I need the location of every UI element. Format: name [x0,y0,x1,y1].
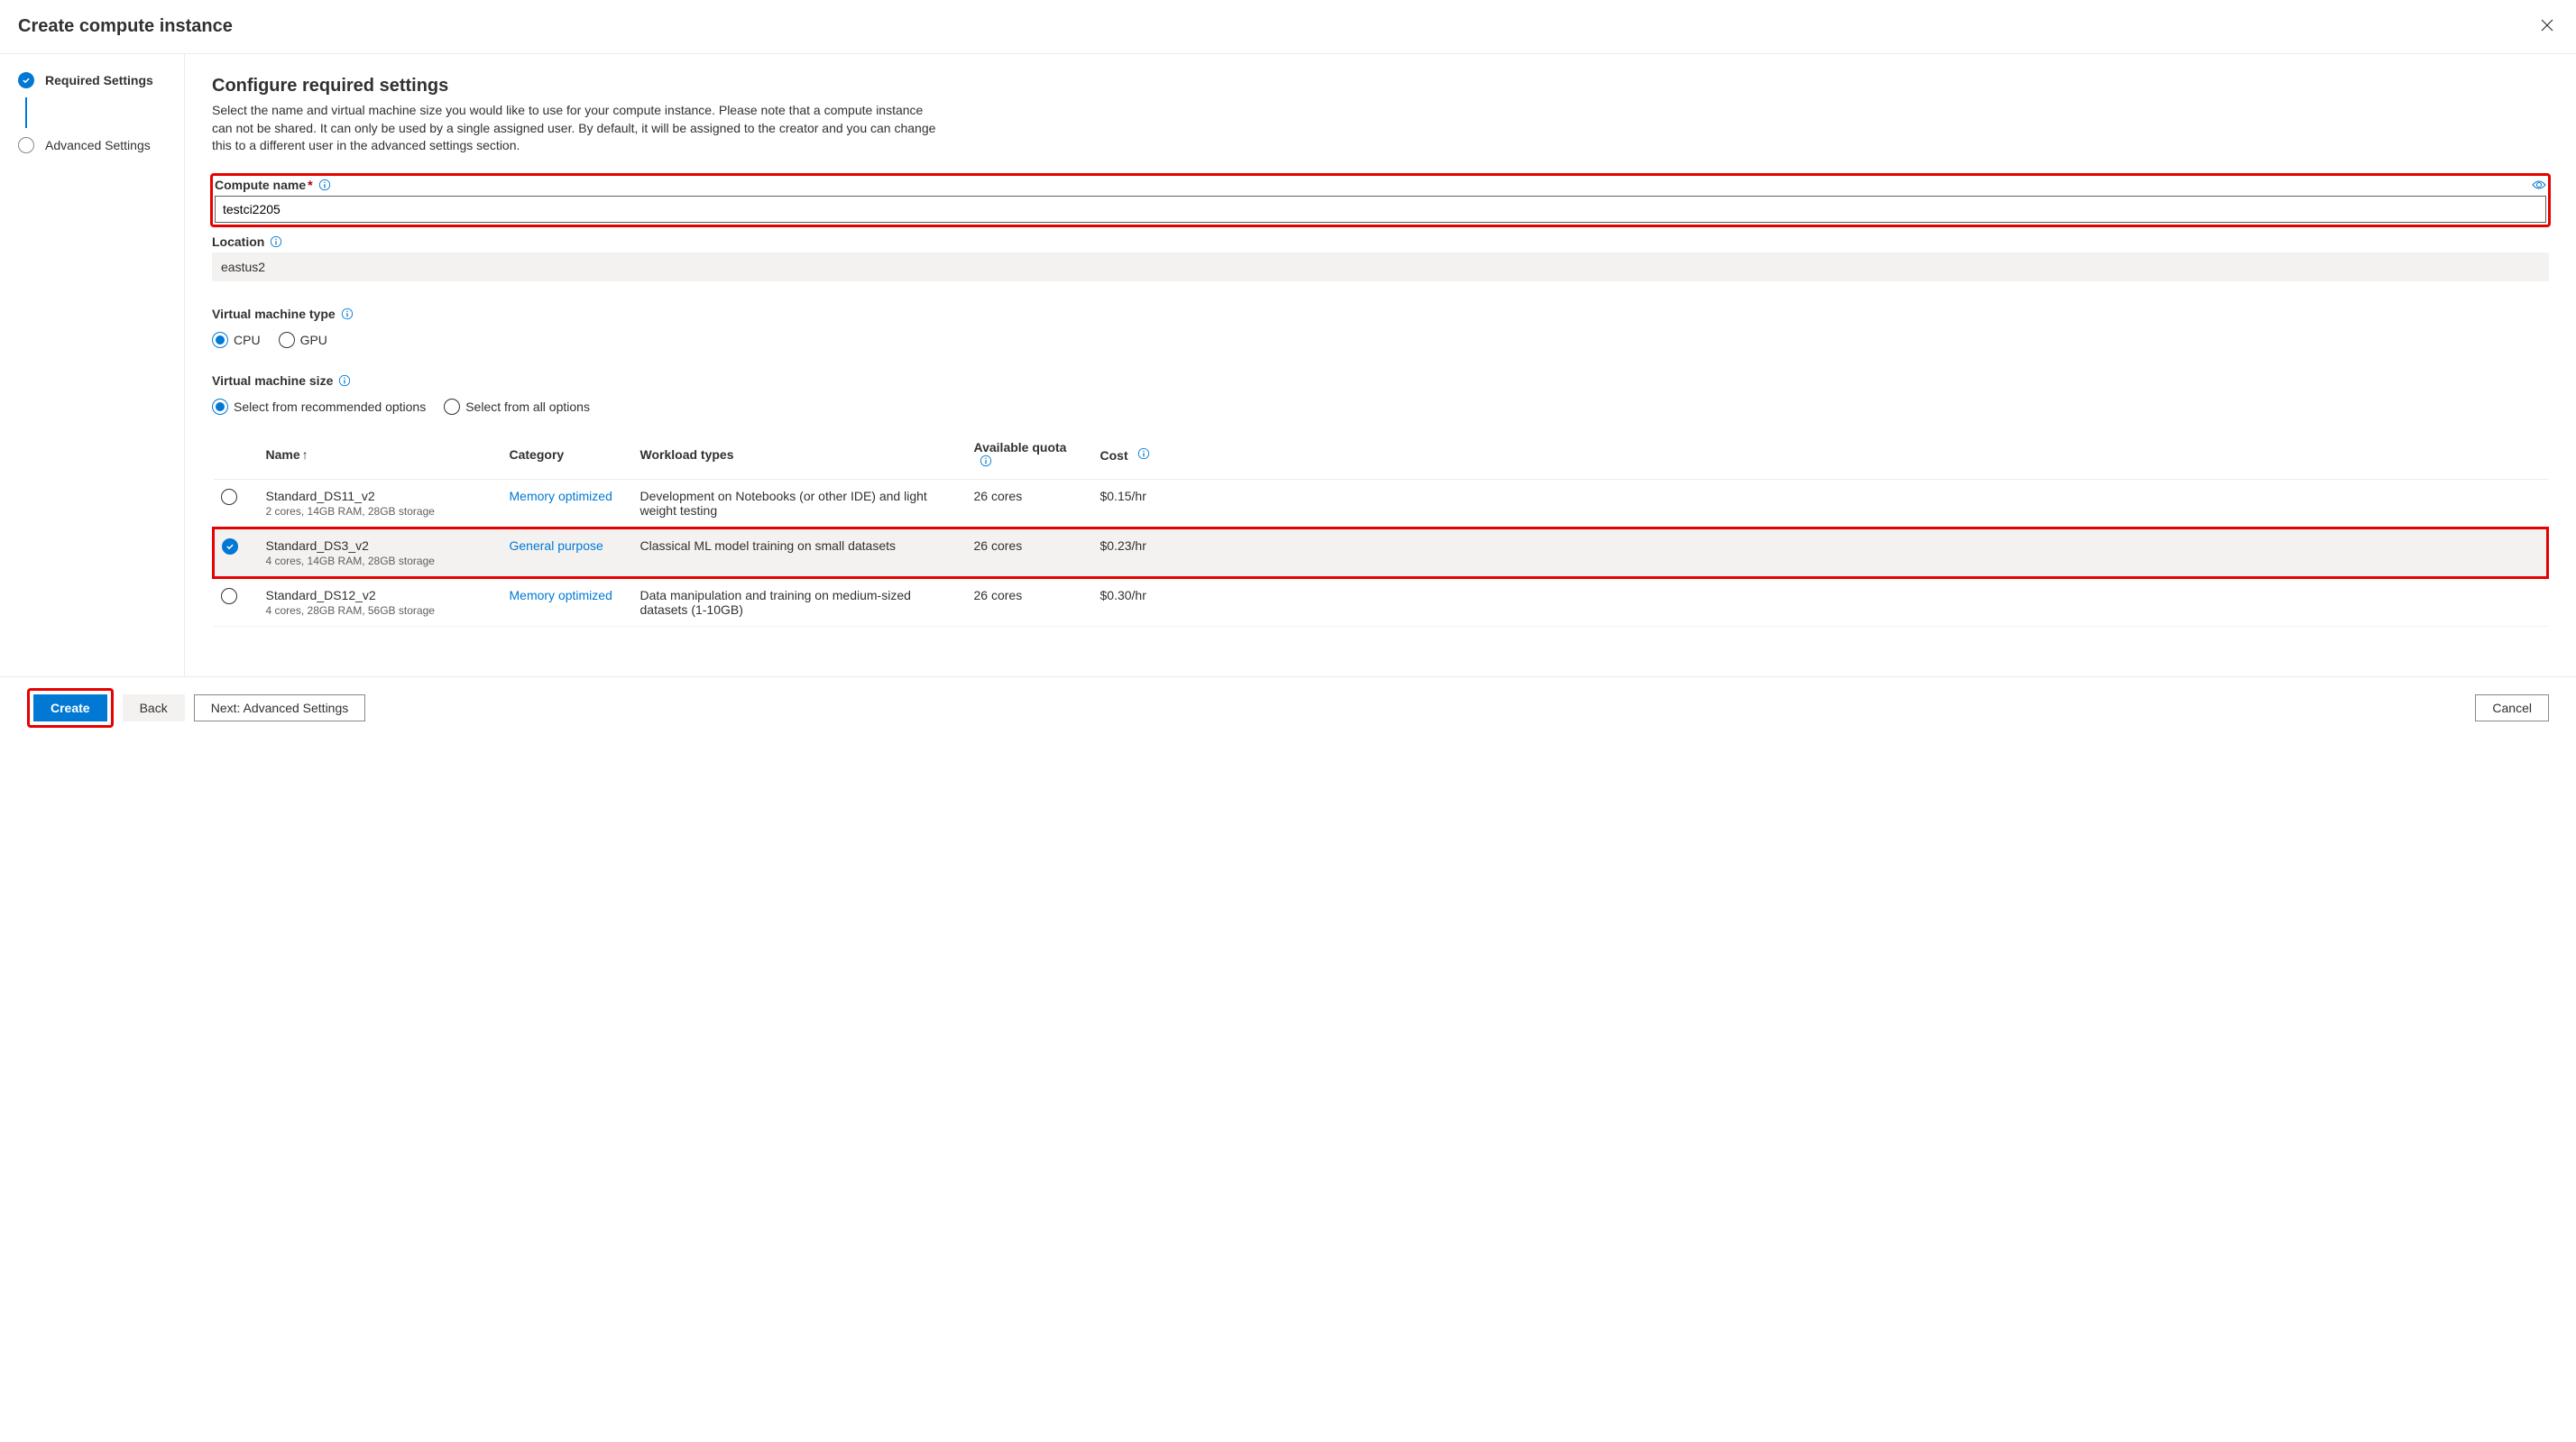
vm-name: Standard_DS12_v2 [266,588,495,602]
vm-specs: 4 cores, 14GB RAM, 28GB storage [266,555,495,567]
step-advanced-settings[interactable]: Advanced Settings [18,137,184,153]
compute-name-field: Compute name * [210,173,2551,227]
circle-icon [18,137,34,153]
wizard-sidebar: Required Settings Advanced Settings [0,54,185,676]
table-row[interactable]: Standard_DS3_v2 4 cores, 14GB RAM, 28GB s… [214,528,2548,577]
back-button[interactable]: Back [123,694,185,721]
required-asterisk: * [308,178,312,192]
compute-name-input[interactable] [215,196,2546,223]
row-radio[interactable] [222,538,238,555]
vm-cost: $0.30/hr [1093,577,2548,626]
vm-specs: 2 cores, 14GB RAM, 28GB storage [266,505,495,518]
vm-category[interactable]: Memory optimized [510,588,612,602]
info-icon[interactable] [1137,447,1150,460]
radio-all-options[interactable]: Select from all options [444,399,590,415]
vm-size-label: Virtual machine size [212,373,351,388]
radio-gpu[interactable]: GPU [279,332,327,348]
compute-name-label: Compute name * [215,178,331,192]
vm-quota: 26 cores [967,479,1093,528]
vm-cost: $0.15/hr [1093,479,2548,528]
sort-ascending-icon: ↑ [302,447,308,462]
info-icon[interactable] [270,235,282,248]
location-value: eastus2 [212,253,2549,281]
location-label: Location [212,234,282,249]
col-header-workload[interactable]: Workload types [633,431,967,480]
col-header-category[interactable]: Category [502,431,633,480]
vm-quota: 26 cores [967,577,1093,626]
table-row[interactable]: Standard_DS11_v2 2 cores, 14GB RAM, 28GB … [214,479,2548,528]
vm-category[interactable]: General purpose [510,538,603,553]
vm-workload: Classical ML model training on small dat… [633,528,967,577]
vm-cost: $0.23/hr [1093,528,2548,577]
vm-quota: 26 cores [967,528,1093,577]
create-button[interactable]: Create [33,694,107,721]
radio-recommended[interactable]: Select from recommended options [212,399,426,415]
row-radio[interactable] [221,588,237,604]
dialog-header: Create compute instance [0,0,2576,54]
section-heading: Configure required settings [212,76,2549,96]
dialog-footer: Create Back Next: Advanced Settings Canc… [0,676,2576,739]
dialog-title: Create compute instance [18,16,233,37]
close-icon[interactable] [2536,14,2558,39]
vm-workload: Development on Notebooks (or other IDE) … [633,479,967,528]
vm-name: Standard_DS3_v2 [266,538,495,553]
vm-category[interactable]: Memory optimized [510,489,612,503]
col-header-quota[interactable]: Available quota [967,431,1093,480]
step-connector [25,97,27,128]
info-icon[interactable] [980,455,992,467]
next-button[interactable]: Next: Advanced Settings [194,694,366,721]
main-content: Configure required settings Select the n… [185,54,2576,676]
vm-size-table: Name↑ Category Workload types Available … [212,431,2549,627]
row-radio[interactable] [221,489,237,505]
step-required-settings[interactable]: Required Settings [18,72,184,88]
radio-cpu[interactable]: CPU [212,332,261,348]
vm-workload: Data manipulation and training on medium… [633,577,967,626]
section-description: Select the name and virtual machine size… [212,102,943,155]
cancel-button[interactable]: Cancel [2475,694,2549,721]
vm-name: Standard_DS11_v2 [266,489,495,503]
info-icon[interactable] [338,374,351,387]
checkmark-icon [18,72,34,88]
step-label: Advanced Settings [45,138,151,152]
eye-icon[interactable] [2532,179,2546,194]
table-row[interactable]: Standard_DS12_v2 4 cores, 28GB RAM, 56GB … [214,577,2548,626]
vm-specs: 4 cores, 28GB RAM, 56GB storage [266,604,495,617]
col-header-cost[interactable]: Cost [1093,431,2548,480]
col-header-name[interactable]: Name↑ [259,431,502,480]
info-icon[interactable] [318,179,331,191]
info-icon[interactable] [341,308,354,320]
vm-type-label: Virtual machine type [212,307,354,321]
step-label: Required Settings [45,73,153,87]
